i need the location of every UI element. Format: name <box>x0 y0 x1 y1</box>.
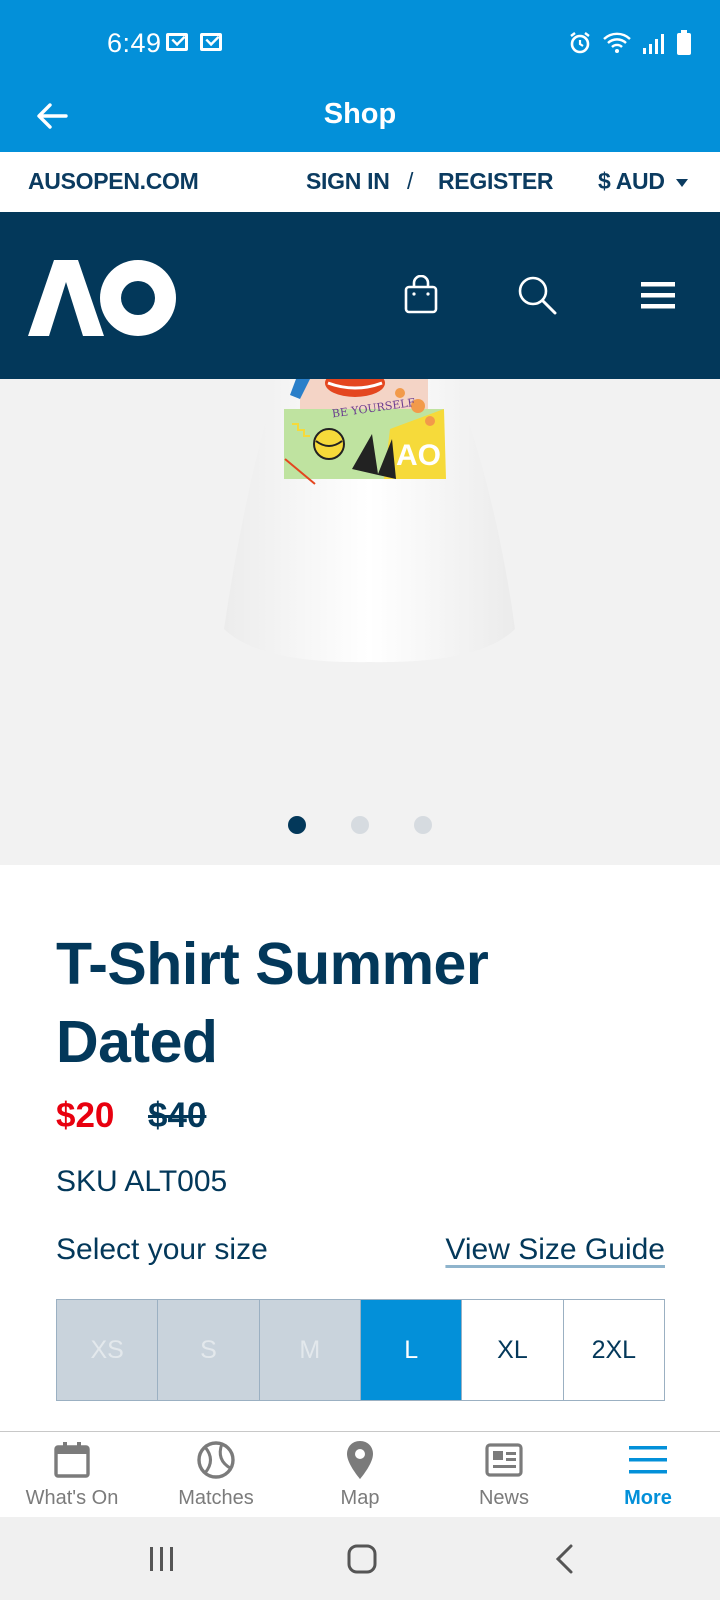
home-icon <box>347 1544 377 1574</box>
wifi-icon <box>603 32 631 53</box>
search-icon <box>518 276 557 315</box>
utility-bar: AUSOPEN.COM SIGN IN / REGISTER $ AUD <box>0 152 720 212</box>
tennis-ball-icon <box>197 1441 235 1479</box>
size-option-l[interactable]: L <box>360 1300 463 1400</box>
main-nav <box>0 212 720 379</box>
mail-icon <box>166 33 188 51</box>
size-option-xl[interactable]: XL <box>462 1300 564 1400</box>
size-option-2xl[interactable]: 2XL <box>563 1300 664 1400</box>
alarm-icon <box>570 32 590 54</box>
recents-button[interactable] <box>132 1537 192 1581</box>
register-link[interactable]: REGISTER <box>438 168 553 195</box>
mail-icon <box>200 33 222 51</box>
currency-selector[interactable]: $ AUD <box>598 168 665 195</box>
tab-label: What's On <box>25 1487 119 1509</box>
signal-icon <box>643 34 664 54</box>
size-guide-link[interactable]: View Size Guide <box>445 1233 665 1267</box>
map-pin-icon <box>347 1441 373 1479</box>
menu-button[interactable] <box>633 270 683 320</box>
size-option-xs: XS <box>57 1300 159 1400</box>
carousel-dot-1[interactable] <box>288 816 306 834</box>
home-button[interactable] <box>332 1537 392 1581</box>
bottom-tab-bar: What's On Matches Map News More <box>0 1431 720 1517</box>
size-selector: XS S M L XL 2XL <box>56 1299 665 1401</box>
tab-news[interactable]: News <box>432 1432 576 1518</box>
hamburger-menu-icon <box>629 1446 667 1474</box>
recents-icon <box>150 1547 173 1571</box>
system-back-button[interactable] <box>534 1537 594 1581</box>
tab-whats-on[interactable]: What's On <box>0 1432 144 1518</box>
tab-label: News <box>478 1487 529 1509</box>
ausopen-link[interactable]: AUSOPEN.COM <box>28 168 199 195</box>
tab-label: Matches <box>178 1487 254 1509</box>
hamburger-menu-icon <box>641 282 675 309</box>
sale-price: $20 <box>56 1096 115 1135</box>
system-nav-bar <box>0 1517 720 1600</box>
status-icons <box>568 30 692 56</box>
tab-label: More <box>624 1487 672 1509</box>
sign-in-link[interactable]: SIGN IN <box>306 168 390 195</box>
product-title: T-Shirt Summer Dated <box>56 931 489 1075</box>
tab-map[interactable]: Map <box>288 1432 432 1518</box>
screen: 6:49 Shop AUSOPEN.COM SIGN IN / REGISTER… <box>0 0 720 1600</box>
chevron-left-icon <box>555 1544 573 1574</box>
original-price: $40 <box>148 1096 207 1135</box>
tab-label: Map <box>340 1487 380 1509</box>
product-sku: SKU ALT005 <box>56 1165 228 1198</box>
app-header: Shop <box>0 88 720 152</box>
size-option-m: M <box>259 1300 361 1400</box>
page-title: Shop <box>323 98 397 130</box>
caret-down-icon[interactable] <box>676 179 688 187</box>
product-image: BE YOURSELF AO <box>224 379 515 663</box>
carousel-dot-3[interactable] <box>414 816 432 834</box>
carousel-dot-2[interactable] <box>351 816 369 834</box>
tab-matches[interactable]: Matches <box>144 1432 288 1518</box>
ao-logo[interactable] <box>28 260 176 336</box>
carousel-dots <box>0 816 720 834</box>
size-prompt: Select your size <box>56 1233 268 1266</box>
search-button[interactable] <box>512 270 562 320</box>
separator: / <box>407 168 414 194</box>
tab-more[interactable]: More <box>576 1432 720 1518</box>
calendar-icon <box>54 1442 90 1478</box>
product-image-carousel[interactable]: BE YOURSELF AO <box>0 379 720 865</box>
status-bar: 6:49 <box>0 0 720 88</box>
newspaper-icon <box>485 1443 523 1477</box>
print-logo: AO <box>396 439 441 472</box>
shopping-bag-button[interactable] <box>396 270 446 320</box>
size-option-s: S <box>158 1300 260 1400</box>
battery-icon <box>677 30 691 55</box>
shopping-bag-icon <box>404 275 438 314</box>
status-time: 6:49 <box>107 28 162 58</box>
